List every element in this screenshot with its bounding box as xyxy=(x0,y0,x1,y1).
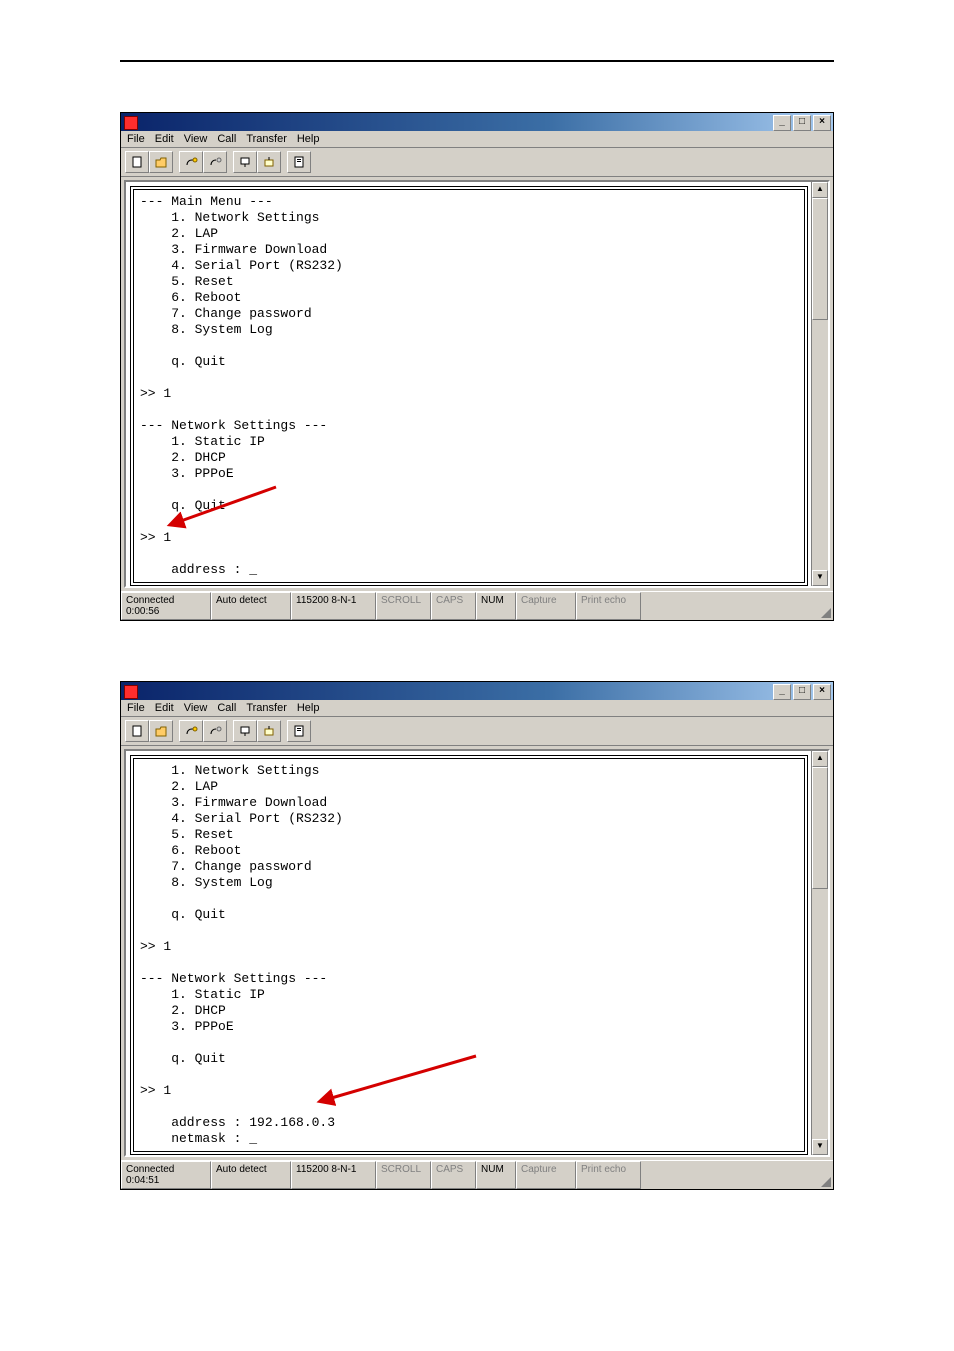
menu-transfer[interactable]: Transfer xyxy=(246,702,287,714)
receive-icon xyxy=(262,724,276,738)
hyperterminal-window-1: _ □ × File Edit View Call Transfer Help xyxy=(120,112,834,621)
titlebar[interactable]: _ □ × xyxy=(121,682,833,700)
menu-view[interactable]: View xyxy=(184,133,208,145)
status-echo: Print echo xyxy=(576,592,641,620)
status-detect: Auto detect xyxy=(211,1161,291,1189)
terminal-area[interactable]: --- Main Menu --- 1. Network Settings 2.… xyxy=(124,180,830,588)
open-file-button[interactable] xyxy=(149,151,173,173)
app-icon xyxy=(124,116,138,130)
receive-button[interactable] xyxy=(257,720,281,742)
menu-help[interactable]: Help xyxy=(297,133,320,145)
new-file-button[interactable] xyxy=(125,151,149,173)
connect-button[interactable] xyxy=(179,151,203,173)
statusbar: Connected 0:00:56 Auto detect 115200 8-N… xyxy=(121,591,833,620)
scroll-thumb[interactable] xyxy=(812,198,828,320)
connect-button[interactable] xyxy=(179,720,203,742)
minimize-button[interactable]: _ xyxy=(773,684,791,700)
send-button[interactable] xyxy=(233,151,257,173)
menu-file[interactable]: File xyxy=(127,133,145,145)
properties-button[interactable] xyxy=(287,720,311,742)
connect-icon xyxy=(184,155,198,169)
app-icon xyxy=(124,685,138,699)
menu-edit[interactable]: Edit xyxy=(155,133,174,145)
status-scroll: SCROLL xyxy=(376,1161,431,1189)
scroll-down-button[interactable]: ▼ xyxy=(812,570,828,586)
maximize-button[interactable]: □ xyxy=(793,684,811,700)
receive-icon xyxy=(262,155,276,169)
status-port: 115200 8-N-1 xyxy=(291,1161,376,1189)
resize-grip[interactable] xyxy=(817,1161,833,1189)
disconnect-icon xyxy=(208,155,222,169)
maximize-button[interactable]: □ xyxy=(793,115,811,131)
connect-icon xyxy=(184,724,198,738)
scroll-thumb[interactable] xyxy=(812,767,828,889)
status-caps: CAPS xyxy=(431,592,476,620)
status-num: NUM xyxy=(476,1161,516,1189)
divider xyxy=(120,60,834,62)
resize-grip[interactable] xyxy=(817,592,833,620)
menu-call[interactable]: Call xyxy=(217,702,236,714)
menu-help[interactable]: Help xyxy=(297,702,320,714)
toolbar xyxy=(121,148,833,177)
new-file-icon xyxy=(130,155,144,169)
menu-edit[interactable]: Edit xyxy=(155,702,174,714)
status-echo: Print echo xyxy=(576,1161,641,1189)
menu-view[interactable]: View xyxy=(184,702,208,714)
minimize-button[interactable]: _ xyxy=(773,115,791,131)
send-icon xyxy=(238,724,252,738)
hyperterminal-window-2: _ □ × File Edit View Call Transfer Help xyxy=(120,681,834,1190)
statusbar: Connected 0:04:51 Auto detect 115200 8-N… xyxy=(121,1160,833,1189)
scroll-down-button[interactable]: ▼ xyxy=(812,1139,828,1155)
status-capture: Capture xyxy=(516,1161,576,1189)
status-caps: CAPS xyxy=(431,1161,476,1189)
status-num: NUM xyxy=(476,592,516,620)
close-button[interactable]: × xyxy=(813,115,831,131)
menu-call[interactable]: Call xyxy=(217,133,236,145)
open-file-icon xyxy=(154,724,168,738)
menu-file[interactable]: File xyxy=(127,702,145,714)
receive-button[interactable] xyxy=(257,151,281,173)
menubar: File Edit View Call Transfer Help xyxy=(121,700,833,717)
status-detect: Auto detect xyxy=(211,592,291,620)
new-file-icon xyxy=(130,724,144,738)
menubar: File Edit View Call Transfer Help xyxy=(121,131,833,148)
terminal-output: --- Main Menu --- 1. Network Settings 2.… xyxy=(130,186,808,586)
vertical-scrollbar[interactable]: ▲ ▼ xyxy=(811,751,828,1155)
toolbar xyxy=(121,717,833,746)
properties-icon xyxy=(292,155,306,169)
status-connected: Connected 0:04:51 xyxy=(121,1161,211,1189)
vertical-scrollbar[interactable]: ▲ ▼ xyxy=(811,182,828,586)
titlebar[interactable]: _ □ × xyxy=(121,113,833,131)
disconnect-icon xyxy=(208,724,222,738)
new-file-button[interactable] xyxy=(125,720,149,742)
open-file-button[interactable] xyxy=(149,720,173,742)
disconnect-button[interactable] xyxy=(203,720,227,742)
open-file-icon xyxy=(154,155,168,169)
send-button[interactable] xyxy=(233,720,257,742)
disconnect-button[interactable] xyxy=(203,151,227,173)
status-scroll: SCROLL xyxy=(376,592,431,620)
close-button[interactable]: × xyxy=(813,684,831,700)
terminal-area[interactable]: 1. Network Settings 2. LAP 3. Firmware D… xyxy=(124,749,830,1157)
properties-button[interactable] xyxy=(287,151,311,173)
status-connected: Connected 0:00:56 xyxy=(121,592,211,620)
properties-icon xyxy=(292,724,306,738)
status-capture: Capture xyxy=(516,592,576,620)
send-icon xyxy=(238,155,252,169)
scroll-up-button[interactable]: ▲ xyxy=(812,182,828,198)
scroll-up-button[interactable]: ▲ xyxy=(812,751,828,767)
terminal-output: 1. Network Settings 2. LAP 3. Firmware D… xyxy=(130,755,808,1155)
menu-transfer[interactable]: Transfer xyxy=(246,133,287,145)
status-port: 115200 8-N-1 xyxy=(291,592,376,620)
